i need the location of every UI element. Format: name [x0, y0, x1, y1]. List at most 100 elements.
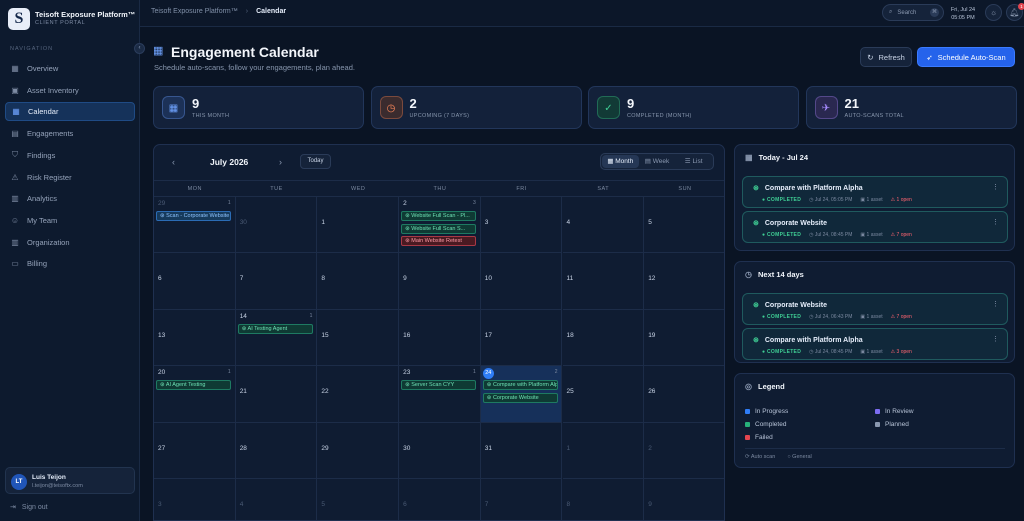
calendar-day-cell[interactable]: 23 1 ⊛ Server Scan CYY: [399, 366, 481, 423]
sidebar-item-calendar[interactable]: ▦ Calendar: [5, 102, 135, 122]
calendar-day-cell[interactable]: 30: [399, 422, 481, 479]
calendar-day-cell[interactable]: 31: [480, 422, 563, 479]
calendar-day-cell[interactable]: 2 3 ⊛ Website Full Scan - Pl... ⊛ Website F…: [399, 197, 481, 254]
calendar-day-cell[interactable]: 14 1 ⊛ AI Testing Agent: [235, 309, 318, 367]
calendar-day-cell[interactable]: 13: [154, 309, 236, 367]
calendar-day-cell[interactable]: 5: [644, 197, 724, 254]
calendar-day-cell[interactable]: 1: [562, 422, 645, 479]
more-options-icon[interactable]: ⋮: [992, 183, 999, 191]
notifications-button[interactable]: 🔔︎ 1: [1006, 3, 1024, 21]
view-month-button[interactable]: ▦ Month: [602, 155, 639, 168]
calendar-event[interactable]: ⊛ Corporate Website: [482, 392, 558, 403]
calendar-day-cell[interactable]: 2: [644, 423, 724, 479]
today-button[interactable]: Today: [300, 154, 331, 169]
day-number: 18: [566, 331, 574, 339]
calendar-event[interactable]: ⊛ Scan - Corporate Website: [156, 211, 231, 221]
calendar-day-cell[interactable]: 28: [235, 422, 318, 479]
day-number: 9: [648, 501, 652, 508]
calendar-day-cell[interactable]: 25: [562, 366, 645, 423]
view-week-button[interactable]: ▤ Week: [639, 155, 676, 168]
theme-toggle-button[interactable]: ☼: [985, 4, 1002, 21]
calendar-day-cell[interactable]: 17: [480, 309, 563, 367]
calendar-day-cell[interactable]: 6: [154, 253, 236, 310]
calendar-day-cell[interactable]: 7: [481, 479, 563, 520]
user-card[interactable]: LT Luis Teijon l.teijon@teisoftx.com: [5, 467, 135, 494]
prev-month-icon[interactable]: ‹: [172, 157, 175, 167]
calendar-day-cell[interactable]: 6: [399, 479, 481, 520]
next-month-icon[interactable]: ›: [279, 157, 282, 167]
clock-icon: ◷: [379, 96, 403, 119]
calendar-day-cell[interactable]: 15: [317, 309, 400, 367]
sidebar-item-engagements[interactable]: ▤ Engagements: [5, 124, 135, 143]
search-icon: ⌕: [889, 9, 893, 15]
sidebar-item-asset-inventory[interactable]: ▣ Asset Inventory: [5, 81, 135, 100]
calendar-day-cell[interactable]: 9: [644, 479, 724, 520]
calendar-day-cell[interactable]: 29: [317, 422, 400, 479]
calendar-day-cell[interactable]: 24 2 ⊛ Compare with Platform Alpha ⊛ Corpor…: [480, 366, 563, 423]
user-name: Luis Teijon: [32, 474, 66, 481]
more-options-icon[interactable]: ⋮: [992, 335, 999, 343]
sidebar-item-organization[interactable]: ▥ Organization: [5, 233, 135, 252]
search-button[interactable]: ⌕ Search ⌘: [882, 4, 944, 21]
calendar-day-cell[interactable]: 4: [562, 197, 645, 254]
stat-label: COMPLETED (MONTH): [627, 113, 692, 119]
legend-label: Failed: [755, 434, 773, 441]
weekday-label: THU: [433, 186, 447, 192]
calendar-day-cell[interactable]: 8: [317, 253, 400, 310]
engagement-card[interactable]: ⊛ Compare with Platform Alpha ● COMPLETED ◷…: [742, 176, 1008, 208]
today-panel: ▦ Today - Jul 24 ⊛ Compare with Platform A…: [734, 144, 1015, 251]
calendar-day-cell[interactable]: 3: [480, 197, 563, 254]
calendar-day-cell[interactable]: 7: [235, 253, 318, 310]
calendar-day-cell[interactable]: 30: [235, 197, 318, 254]
calendar-day-cell[interactable]: 11: [562, 253, 645, 310]
legend-panel: ◎ Legend In Progress In Review Completed Pla…: [734, 373, 1015, 468]
sidebar-item-overview[interactable]: ▦ Overview: [5, 59, 135, 78]
calendar-event[interactable]: ⊛ AI Testing Agent: [237, 323, 313, 334]
calendar-day-cell[interactable]: 10: [480, 253, 563, 310]
refresh-label: Refresh: [878, 52, 905, 62]
calendar-event[interactable]: ⊛ Website Full Scan - Pl...: [401, 211, 477, 221]
engagement-card[interactable]: ⊛ Compare with Platform Alpha ● COMPLETED ◷…: [742, 328, 1008, 360]
sidebar-item-risk-register[interactable]: ⚠ Risk Register: [5, 168, 135, 187]
breadcrumb-parent[interactable]: Teisoft Exposure Platform™: [151, 8, 238, 15]
calendar-day-cell[interactable]: 5: [317, 479, 400, 520]
calendar-day-cell[interactable]: 22: [317, 366, 400, 423]
calendar-day-cell[interactable]: 21: [235, 366, 318, 423]
status-icon: ⊛: [753, 220, 759, 227]
calendar-event[interactable]: ⊛ Compare with Platform Alpha: [482, 380, 558, 391]
calendar-day-cell[interactable]: 3: [154, 479, 236, 520]
more-options-icon[interactable]: ⋮: [992, 218, 999, 226]
refresh-button[interactable]: ↻ Refresh: [860, 47, 912, 67]
sidebar-item-findings[interactable]: ⛉ Findings: [5, 146, 135, 165]
assets-text: 1 asset: [866, 232, 883, 238]
calendar-event[interactable]: ⊛ Website Full Scan S...: [401, 223, 477, 234]
sidebar-item-my-team[interactable]: ☺ My Team: [5, 211, 135, 230]
calendar-event[interactable]: ⊛ AI Agent Testing: [156, 380, 231, 391]
view-list-button[interactable]: ☰ List: [675, 155, 712, 168]
engagement-card[interactable]: ⊛ Corporate Website ● COMPLETED ◷ Jul 24, 0…: [742, 293, 1008, 325]
sidebar-item-billing[interactable]: ▭ Billing: [5, 254, 135, 273]
calendar-day-cell[interactable]: 8: [563, 479, 645, 520]
sign-out-link[interactable]: ⇥ Sign out: [10, 503, 48, 512]
calendar-day-cell[interactable]: 12: [644, 253, 724, 310]
calendar-day-cell[interactable]: 1: [317, 197, 400, 254]
calendar-day-cell[interactable]: 9: [399, 253, 481, 310]
calendar-day-cell[interactable]: 20 1 ⊛ AI Agent Testing: [154, 366, 236, 423]
collapse-sidebar-button[interactable]: ‹: [134, 43, 145, 54]
calendar-day-cell[interactable]: 29 1 ⊛ Scan - Corporate Website: [154, 197, 236, 254]
breadcrumb-current: Calendar: [256, 8, 287, 15]
more-options-icon[interactable]: ⋮: [992, 300, 999, 308]
calendar-event[interactable]: ⊛ Server Scan CYY: [401, 380, 477, 391]
calendar-day-cell[interactable]: 4: [236, 479, 318, 520]
calendar-day-cell[interactable]: 19: [644, 310, 724, 367]
engagement-card[interactable]: ⊛ Corporate Website ● COMPLETED ◷ Jul 24, 0…: [742, 211, 1008, 243]
calendar-day-cell[interactable]: 18: [562, 309, 645, 367]
calendar-day-cell[interactable]: 27: [154, 422, 236, 479]
calendar-day-cell[interactable]: 16: [399, 309, 481, 367]
calendar-day-cell[interactable]: 26: [644, 366, 724, 423]
next-panel-title-text: Next 14 days: [757, 270, 804, 279]
calendar-event[interactable]: ⊛ Main Website Retest: [401, 236, 477, 246]
schedule-auto-scan-button[interactable]: ➶ Schedule Auto-Scan: [917, 47, 1015, 67]
sidebar-item-analytics[interactable]: ▥ Analytics: [5, 189, 135, 208]
event-count: 2: [554, 369, 558, 376]
